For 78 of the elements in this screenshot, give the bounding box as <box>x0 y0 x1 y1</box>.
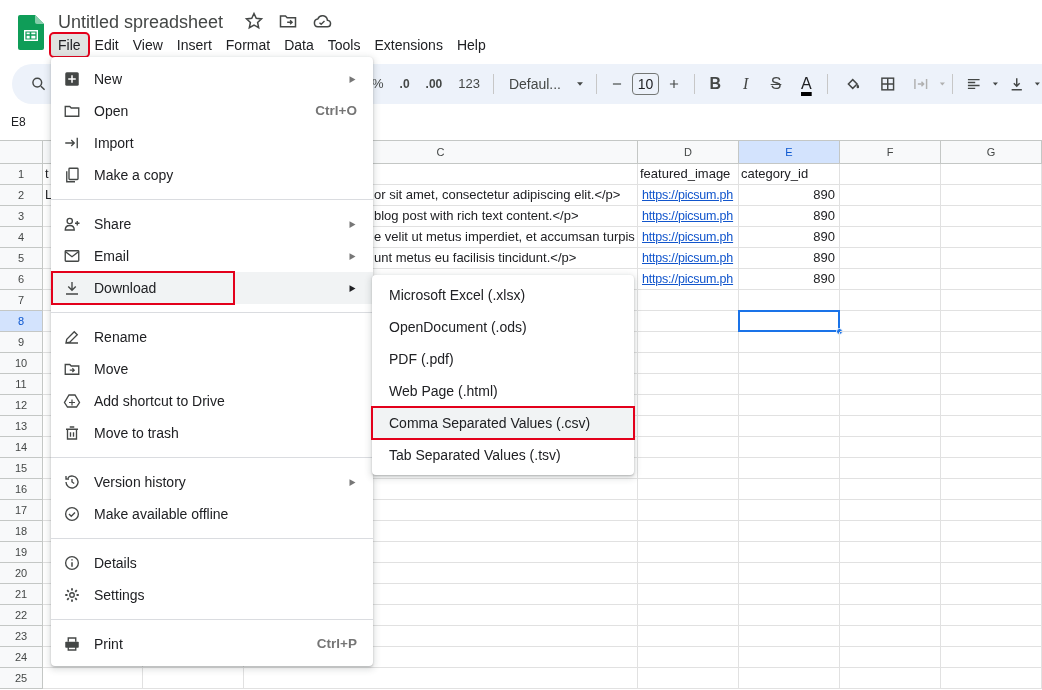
number-format-button[interactable]: 123 <box>450 70 488 98</box>
table-cell: 890 <box>739 227 840 248</box>
menu-item[interactable]: PDF (.pdf) <box>372 343 634 375</box>
table-cell: category_id <box>739 164 840 185</box>
menu-item[interactable]: Move to trash <box>51 417 373 449</box>
row-header[interactable]: 14 <box>0 437 43 458</box>
row-header[interactable]: 1 <box>0 164 43 185</box>
menu-item[interactable]: Tab Separated Values (.tsv) <box>372 439 634 471</box>
menu-item[interactable]: Microsoft Excel (.xlsx) <box>372 279 634 311</box>
link[interactable]: https://picsum.ph <box>640 272 734 286</box>
table-cell: 890 <box>739 206 840 227</box>
row-header[interactable]: 2 <box>0 185 43 206</box>
table-cell: featured_image <box>638 164 739 185</box>
menu-item[interactable]: Make available offline <box>51 498 373 530</box>
row-header[interactable]: 23 <box>0 626 43 647</box>
number-format-button[interactable]: .0 <box>391 70 418 98</box>
row-header[interactable]: 21 <box>0 584 43 605</box>
menu-item[interactable]: Extensions <box>367 34 450 56</box>
column-header[interactable]: E <box>739 141 840 164</box>
row-header[interactable]: 13 <box>0 416 43 437</box>
name-box[interactable]: E8 <box>11 113 26 131</box>
menu-item[interactable]: Tools <box>320 34 368 56</box>
menu-item[interactable]: Comma Separated Values (.csv) <box>372 407 634 439</box>
menu-item[interactable]: Settings <box>51 579 373 611</box>
row-header[interactable]: 3 <box>0 206 43 227</box>
link[interactable]: https://picsum.ph <box>640 251 734 265</box>
menu-item[interactable]: Web Page (.html) <box>372 375 634 407</box>
row-header[interactable]: 11 <box>0 374 43 395</box>
menu-item[interactable]: Data <box>277 34 321 56</box>
menu-item[interactable]: Add shortcut to Drive <box>51 385 373 417</box>
menu-item[interactable]: Help <box>449 34 493 56</box>
row-header[interactable]: 20 <box>0 563 43 584</box>
font-size-field[interactable]: 10 <box>631 73 660 95</box>
column-header[interactable]: G <box>941 141 1042 164</box>
row-header[interactable]: 17 <box>0 500 43 521</box>
text-style-button[interactable]: A <box>791 70 822 98</box>
link[interactable]: https://picsum.ph <box>640 230 734 244</box>
link[interactable]: https://picsum.ph <box>640 188 734 202</box>
menu-item[interactable]: File <box>51 34 88 56</box>
menu-item[interactable]: Format <box>218 34 278 56</box>
row-header[interactable]: 19 <box>0 542 43 563</box>
row-header[interactable]: 16 <box>0 479 43 500</box>
row-header[interactable]: 4 <box>0 227 43 248</box>
column-header[interactable]: D <box>638 141 739 164</box>
menu-item[interactable]: Open Ctrl+O <box>51 95 373 127</box>
row-header[interactable]: 5 <box>0 248 43 269</box>
row-header[interactable]: 24 <box>0 647 43 668</box>
row-header[interactable]: 6 <box>0 269 43 290</box>
menu-item[interactable]: Rename <box>51 321 373 353</box>
menu-item[interactable]: View <box>125 34 170 56</box>
link[interactable]: https://picsum.ph <box>640 209 734 223</box>
row-header[interactable]: 9 <box>0 332 43 353</box>
menu-item[interactable]: Insert <box>169 34 219 56</box>
menu-item[interactable]: Print Ctrl+P <box>51 628 373 660</box>
row-header[interactable]: 25 <box>0 668 43 689</box>
menu-item[interactable]: Move <box>51 353 373 385</box>
menu-item[interactable]: Edit <box>87 34 126 56</box>
text-style-button[interactable]: I <box>730 70 761 98</box>
menu-item[interactable]: Details <box>51 547 373 579</box>
number-format-button[interactable]: .00 <box>417 70 451 98</box>
document-title[interactable]: Untitled spreadsheet <box>58 9 224 36</box>
row-header[interactable]: 15 <box>0 458 43 479</box>
row-header[interactable]: 7 <box>0 290 43 311</box>
row-header[interactable]: 8 <box>0 311 43 332</box>
column-header[interactable]: F <box>840 141 941 164</box>
table-cell: 890 <box>739 269 840 290</box>
text-style-button[interactable]: B <box>700 70 731 98</box>
row-header[interactable]: 10 <box>0 353 43 374</box>
text-style-button[interactable]: S <box>760 70 792 98</box>
menu-item[interactable]: Version history <box>51 466 373 498</box>
menu-item[interactable]: Download <box>51 272 373 304</box>
table-cell: 890 <box>739 185 840 206</box>
row-header[interactable]: 22 <box>0 605 43 626</box>
row-header[interactable]: 12 <box>0 395 43 416</box>
table-cell: 890 <box>739 248 840 269</box>
row-header[interactable]: 18 <box>0 521 43 542</box>
menu-item[interactable]: OpenDocument (.ods) <box>372 311 634 343</box>
font-dropdown[interactable]: Defaul... <box>498 70 591 98</box>
